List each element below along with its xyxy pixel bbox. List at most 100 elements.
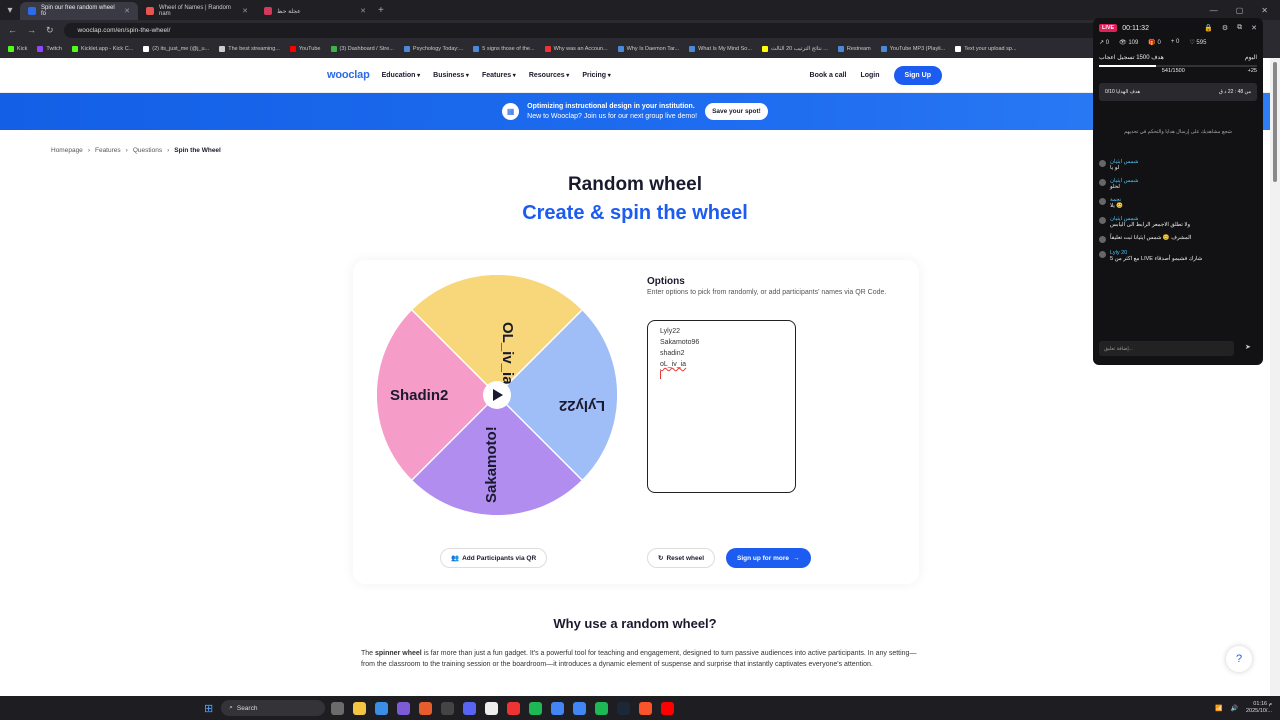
app-icon[interactable] — [397, 701, 411, 715]
browser-tab-wooclap[interactable]: Spin our free random wheel fo ✕ — [20, 2, 138, 20]
close-window-icon[interactable]: ✕ — [1261, 6, 1268, 15]
volume-icon[interactable]: 🔊 — [1231, 705, 1238, 712]
bookmark-item[interactable]: Why was an Accoun... — [544, 46, 608, 52]
youtube-icon[interactable] — [661, 701, 675, 715]
wooclap-logo[interactable]: wooclap — [327, 69, 370, 81]
save-spot-button[interactable]: Save your spot! — [705, 103, 768, 120]
bookmark-item[interactable]: 5 signs those of the... — [473, 46, 535, 52]
goal-progress-bar — [1099, 65, 1257, 67]
menu-education[interactable]: Education — [382, 72, 421, 79]
settings-icon[interactable]: ⚙ — [1222, 24, 1228, 32]
chrome-icon[interactable] — [551, 701, 565, 715]
avatar — [1099, 236, 1106, 243]
login-link[interactable]: Login — [860, 72, 879, 79]
spotify-icon[interactable] — [595, 701, 609, 715]
signup-button[interactable]: Sign Up — [893, 65, 942, 85]
bookmark-item[interactable]: Why Is Daemon Tar... — [617, 46, 679, 52]
minimize-icon[interactable]: — — [1210, 6, 1218, 15]
app-icon[interactable] — [331, 701, 345, 715]
likes-goal: هدف 1500 تسجيل اعجاب اليوم — [1093, 46, 1263, 61]
bookmark-item[interactable]: Kick — [8, 46, 27, 52]
bookmark-item[interactable]: YouTube — [289, 46, 321, 52]
breadcrumb-current: Spin the Wheel — [174, 147, 221, 154]
new-tab-icon[interactable]: + — [378, 5, 384, 16]
browser-tab-arabic-wheel[interactable]: عجلة حظ ✕ — [256, 2, 374, 20]
page-title: Random wheel — [567, 174, 703, 195]
wheel-favicon-icon — [264, 7, 272, 15]
viewers-stat: 👁 109 — [1119, 40, 1139, 46]
reset-wheel-button[interactable]: ↻ Reset wheel — [647, 548, 716, 568]
taskbar-search[interactable]: ⌕ Search — [221, 700, 326, 716]
book-call-link[interactable]: Book a call — [810, 72, 847, 79]
browser-tab-strip: ▾ Spin our free random wheel fo ✕ Wheel … — [0, 0, 1280, 20]
discord-icon[interactable] — [463, 701, 477, 715]
add-participants-qr-button[interactable]: 👥 Add Participants via QR — [440, 548, 548, 568]
back-icon[interactable]: ← — [8, 25, 17, 35]
bookmark-item[interactable]: YouTube MP3 (Playli... — [880, 46, 945, 52]
close-icon[interactable]: ✕ — [1251, 24, 1257, 32]
tab-title: Wheel of Names | Random nam — [159, 5, 231, 17]
bookmark-item[interactable]: نتائج الترتيب 20 الثالث ... — [761, 46, 828, 52]
close-tab-icon[interactable]: ✕ — [124, 7, 130, 15]
forward-icon[interactable]: → — [27, 25, 36, 35]
bookmark-item[interactable]: Kicklet.app - Kick C... — [71, 46, 133, 52]
steam-icon[interactable] — [617, 701, 631, 715]
bookmark-item[interactable]: Restream — [837, 46, 871, 52]
live-chat: شمس ايثيان لو يا شمس ايثيان لحلو نجمة يلا 😊 شم… — [1093, 159, 1263, 262]
bookmark-item[interactable]: Twitch — [37, 46, 62, 52]
bookmark-item[interactable]: (2) its_just_me (@j_u... — [143, 46, 209, 52]
breadcrumb-features[interactable]: Features — [95, 147, 121, 154]
wheel-label-3: Shadin2 — [390, 387, 448, 404]
app-icon[interactable] — [529, 701, 543, 715]
breadcrumb-homepage[interactable]: Homepage — [51, 147, 83, 154]
taskbar-clock[interactable]: 01:16 م 2025/10/... — [1246, 701, 1272, 715]
option-entry-misspelled: oL_iv_ia — [660, 361, 687, 368]
spin-wheel[interactable]: OL_iv_ia Lyly22 Sakamoto! Shadin2 — [377, 275, 617, 515]
popout-icon[interactable]: ⧉ — [1237, 24, 1242, 32]
close-tab-icon[interactable]: ✕ — [242, 7, 248, 15]
follows-stat: + 0 — [1170, 39, 1180, 45]
file-explorer-icon[interactable] — [353, 701, 367, 715]
goal-plus: +25 — [1247, 68, 1257, 74]
system-tray: 📶 🔊 01:16 م 2025/10/... — [1215, 701, 1280, 715]
chevron-right-icon: › — [167, 147, 170, 154]
menu-pricing[interactable]: Pricing — [582, 72, 610, 79]
scrollbar-thumb[interactable] — [1273, 62, 1277, 182]
comment-input[interactable]: إضافة تعليق... — [1099, 341, 1234, 356]
bookmark-item[interactable]: The best streaming... — [219, 46, 280, 52]
options-textarea[interactable]: Lyly22 Sakamoto96 shadin2 oL_iv_ia — [647, 320, 796, 493]
wifi-icon[interactable]: 📶 — [1215, 705, 1222, 712]
app-icon[interactable] — [485, 701, 499, 715]
bookmark-item[interactable]: What Is My Mind So... — [689, 46, 752, 52]
reload-icon[interactable]: ↻ — [46, 25, 54, 36]
menu-features[interactable]: Features — [482, 72, 516, 79]
help-button[interactable]: ? — [1226, 646, 1252, 672]
chat-text: ولا تطلق الاجمعر الرابط الى اليابس — [1110, 222, 1191, 228]
tab-search-icon[interactable]: ▾ — [0, 5, 20, 16]
brave-icon[interactable] — [639, 701, 653, 715]
chat-message: شمس ايثيان لو يا — [1099, 159, 1257, 171]
url-field[interactable]: wooclap.com/en/spin-the-wheel/ — [63, 22, 1144, 38]
menu-business[interactable]: Business — [433, 72, 469, 79]
signup-more-button[interactable]: Sign up for more → — [726, 548, 811, 568]
likes-stat: ♡ 595 — [1189, 40, 1207, 46]
browser-tab-wheel-of-names[interactable]: Wheel of Names | Random nam ✕ — [138, 2, 256, 20]
lock-icon[interactable]: 🔒 — [1204, 24, 1213, 32]
maximize-icon[interactable]: ▢ — [1236, 6, 1244, 15]
send-icon[interactable]: ➤ — [1245, 343, 1251, 351]
bookmark-item[interactable]: Text your upload sp... — [955, 46, 1017, 52]
app-icon[interactable] — [441, 701, 455, 715]
menu-resources[interactable]: Resources — [529, 72, 569, 79]
windows-start-icon[interactable]: ⊞ — [204, 702, 213, 715]
app-icon[interactable] — [507, 701, 521, 715]
breadcrumb-questions[interactable]: Questions — [133, 147, 162, 154]
bookmark-item[interactable]: Psychology Today:... — [403, 46, 463, 52]
gift-goal-label: 0/10 هدف الهدايا — [1105, 89, 1141, 95]
close-tab-icon[interactable]: ✕ — [360, 7, 366, 15]
app-icon[interactable] — [375, 701, 389, 715]
window-controls: — ▢ ✕ — [1210, 6, 1280, 15]
chrome-icon[interactable] — [573, 701, 587, 715]
wheel-label-2: Sakamoto! — [483, 426, 500, 503]
bookmark-item[interactable]: (3) Dashboard / Stre... — [330, 46, 394, 52]
app-icon[interactable] — [419, 701, 433, 715]
